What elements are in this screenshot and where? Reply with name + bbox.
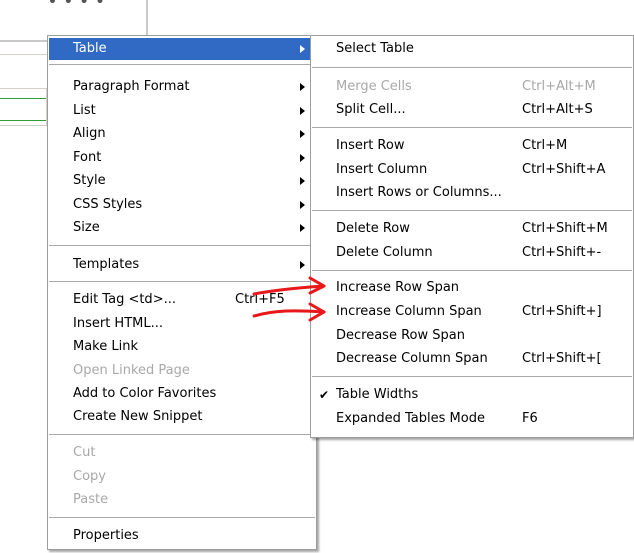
submenu-item-decrease-column-span[interactable]: Decrease Column Span Ctrl+Shift+[ [312, 348, 632, 370]
submenu-arrow-icon [300, 261, 305, 269]
menu-item-properties[interactable]: Properties [49, 525, 315, 547]
submenu-item-split-cell[interactable]: Split Cell... Ctrl+Alt+S [312, 99, 632, 121]
menu-separator [49, 64, 315, 65]
submenu-item-expanded-tables-mode[interactable]: Expanded Tables Mode F6 [312, 408, 632, 430]
menu-separator [312, 127, 632, 128]
menu-separator [49, 517, 315, 518]
submenu-arrow-icon [300, 154, 305, 162]
annotation-arrows [252, 276, 326, 322]
menu-item-create-new-snippet[interactable]: Create New Snippet [49, 406, 315, 428]
menu-separator [49, 434, 315, 435]
submenu-item-insert-rows-or-columns[interactable]: Insert Rows or Columns... [312, 182, 632, 204]
submenu-arrow-icon [300, 177, 305, 185]
shortcut-label: Ctrl+Shift+] [522, 304, 602, 319]
submenu-item-decrease-row-span[interactable]: Decrease Row Span [312, 325, 632, 347]
submenu-arrow-icon [300, 107, 305, 115]
menu-item-size[interactable]: Size [49, 217, 315, 239]
red-arrow-icon [252, 276, 326, 296]
menu-item-paste: Paste [73, 492, 109, 507]
shortcut-label: Ctrl+Shift+M [522, 221, 608, 236]
checkmark-icon: ✔ [319, 388, 330, 402]
submenu-item-increase-row-span[interactable]: Increase Row Span [312, 277, 632, 299]
menu-item-align[interactable]: Align [49, 123, 315, 145]
shortcut-label: Ctrl+Shift+A [522, 162, 606, 177]
menu-item-list[interactable]: List [49, 100, 315, 122]
menu-separator [312, 67, 632, 68]
menu-item-cut: Cut [73, 445, 96, 460]
menu-separator [49, 245, 315, 246]
shortcut-label: Ctrl+Shift+- [522, 245, 602, 260]
submenu-arrow-icon [300, 45, 305, 53]
submenu-arrow-icon [300, 130, 305, 138]
submenu-item-insert-row[interactable]: Insert Row Ctrl+M [312, 135, 632, 157]
background-green-line [0, 98, 46, 99]
menu-separator [312, 270, 632, 271]
menu-separator [312, 376, 632, 377]
shortcut-label: Ctrl+Alt+M [522, 79, 596, 94]
submenu-arrow-icon [300, 201, 305, 209]
background-tab-edge [0, 54, 48, 61]
submenu-item-delete-column[interactable]: Delete Column Ctrl+Shift+- [312, 242, 632, 264]
red-arrow-icon [252, 302, 326, 322]
submenu-item-insert-column[interactable]: Insert Column Ctrl+Shift+A [312, 159, 632, 181]
submenu-arrow-icon [300, 224, 305, 232]
shortcut-label: Ctrl+M [522, 138, 568, 153]
menu-item-open-linked-page: Open Linked Page [73, 363, 190, 378]
menu-item-style[interactable]: Style [49, 170, 315, 192]
submenu-item-delete-row[interactable]: Delete Row Ctrl+Shift+M [312, 218, 632, 240]
submenu-item-table-widths[interactable]: ✔ Table Widths [312, 384, 632, 406]
background-text-fragment: • • • • [48, 0, 106, 10]
menu-item-table[interactable]: Table [49, 38, 315, 60]
shortcut-label: Ctrl+Shift+[ [522, 351, 602, 366]
menu-item-copy: Copy [73, 469, 106, 484]
submenu-item-merge-cells: Merge Cells Ctrl+Alt+M [312, 76, 632, 98]
background-green-line [0, 120, 46, 121]
submenu-item-increase-column-span[interactable]: Increase Column Span Ctrl+Shift+] [312, 301, 632, 323]
menu-separator [312, 210, 632, 211]
shortcut-label: Ctrl+Alt+S [522, 102, 593, 117]
submenu-item-select-table[interactable]: Select Table [312, 38, 632, 60]
table-submenu: Select Table Merge Cells Ctrl+Alt+M Spli… [310, 35, 634, 438]
menu-item-make-link[interactable]: Make Link [49, 336, 315, 358]
menu-item-css-styles[interactable]: CSS Styles [49, 194, 315, 216]
menu-item-add-to-color-favorites[interactable]: Add to Color Favorites [49, 383, 315, 405]
menu-item-font[interactable]: Font [49, 147, 315, 169]
menu-item-paragraph-format[interactable]: Paragraph Format [49, 76, 315, 98]
shortcut-label: F6 [522, 411, 538, 426]
submenu-arrow-icon [300, 83, 305, 91]
